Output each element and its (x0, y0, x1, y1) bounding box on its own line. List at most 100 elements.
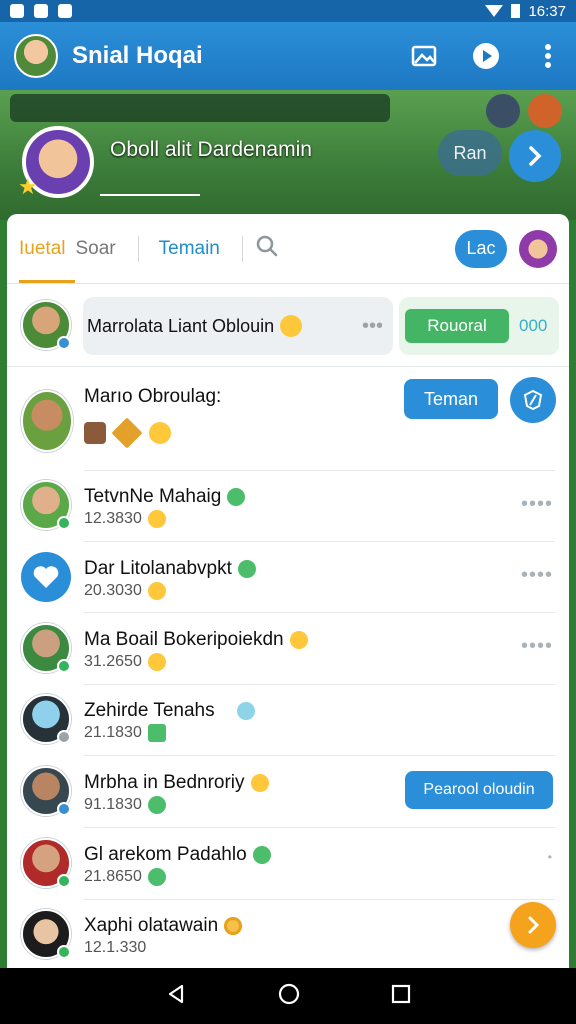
file-notification-icon (58, 4, 72, 18)
more-dots-icon[interactable]: ••• (362, 315, 383, 338)
avatar[interactable] (21, 623, 71, 673)
more-dots-icon[interactable]: • (548, 850, 553, 864)
home-notification-icon (34, 4, 48, 18)
progress-line (100, 194, 200, 196)
active-tab-indicator (19, 280, 75, 283)
star-icon: ★ (18, 174, 38, 199)
leaf-sticker-icon (147, 724, 166, 742)
pinned-chat-name: Marrolata Liant Oblouin (87, 315, 275, 336)
divider (84, 684, 555, 685)
chat-action-button[interactable]: Pearool oloudin (405, 771, 553, 809)
status-bar: 16:37 (0, 0, 576, 22)
chevron-right-icon (529, 146, 542, 166)
chat-time: 21.1830 (84, 724, 166, 742)
player-name: Oboll alit Dardenamin (110, 138, 312, 161)
smile-emoji-icon (252, 845, 271, 864)
banner-pill-button[interactable]: Ran (438, 130, 502, 176)
avatar[interactable] (21, 552, 71, 602)
floating-next-button[interactable] (510, 902, 556, 948)
laugh-emoji-icon (148, 422, 171, 444)
smile-emoji-icon (224, 916, 243, 935)
banner-next-button[interactable] (509, 130, 561, 182)
recents-icon[interactable] (391, 984, 411, 1009)
badge-icon (227, 487, 246, 506)
chat-name: Dar Litolanabvpkt (84, 558, 256, 580)
character-icon[interactable] (528, 94, 562, 128)
divider (7, 366, 569, 367)
pinned-chat-bubble[interactable]: Marrolata Liant Oblouin ••• (83, 297, 393, 355)
smile-emoji-icon (289, 630, 308, 649)
chat-time: 12.1.330 (84, 939, 147, 956)
more-vert-icon[interactable] (534, 42, 562, 70)
chat-time: 12.3830 (84, 510, 166, 528)
chat-name: Mrbha in Bednroriy (84, 772, 269, 794)
smile-emoji-icon (147, 582, 166, 600)
profile-avatar[interactable] (14, 34, 58, 78)
app-title: Snial Hoqai (72, 42, 203, 69)
tab-action-button[interactable]: Lac (455, 229, 507, 268)
smile-emoji-icon (147, 510, 166, 528)
chat-time: 21.8650 (84, 868, 166, 886)
smile-emoji-icon (280, 315, 303, 337)
chat-name: TetvnNe Mahaig (84, 486, 246, 508)
back-icon[interactable] (165, 983, 187, 1010)
resource-strip (10, 94, 390, 122)
divider (84, 755, 555, 756)
avatar[interactable] (21, 300, 71, 350)
wifi-icon (485, 5, 504, 17)
chat-name: Xaphi olatawain (84, 915, 243, 937)
chat-time: 91.1830 (84, 796, 166, 814)
chat-stickers (84, 417, 171, 449)
tab-avatar[interactable] (519, 229, 557, 268)
avatar[interactable] (21, 390, 73, 452)
character-sticker-icon (84, 422, 106, 444)
pinned-action-count: 000 (519, 316, 548, 335)
tab-1[interactable]: Soar (75, 238, 115, 260)
more-dots-icon[interactable]: •••• (521, 635, 553, 658)
pinned-action-button[interactable]: Rouoral (405, 309, 509, 343)
chat-action-button[interactable]: Teman (404, 379, 498, 419)
tool-icon[interactable] (486, 94, 520, 128)
tab-bar: Iuetal Soar Temain Lac (7, 214, 569, 284)
chat-name: Zehirde Tenahs (84, 700, 255, 722)
bubble-emoji-icon (236, 701, 255, 720)
avatar[interactable] (21, 694, 71, 744)
app-notification-icon (10, 4, 24, 18)
clock: 16:37 (528, 2, 566, 20)
chat-time: 20.3030 (84, 582, 166, 600)
system-nav-bar (0, 968, 576, 1024)
tab-separator (241, 235, 243, 262)
tab-2[interactable]: Temain (159, 238, 220, 260)
shield-icon (523, 389, 543, 411)
more-dots-icon[interactable]: •••• (521, 564, 553, 587)
home-icon[interactable] (278, 983, 300, 1010)
divider (84, 541, 555, 542)
chat-name: Gl arekom Padahlo (84, 844, 271, 866)
chat-time: 31.2650 (84, 653, 166, 671)
badge-icon (237, 559, 256, 578)
divider (84, 612, 555, 613)
avatar[interactable] (21, 838, 71, 888)
smile-emoji-icon (250, 773, 269, 792)
game-banner: ★ Oboll alit Dardenamin Ran (0, 90, 576, 220)
smile-emoji-icon (147, 796, 166, 814)
chevron-right-icon (528, 916, 540, 934)
tab-0[interactable]: Iuetal (19, 238, 65, 260)
avatar[interactable] (21, 480, 71, 530)
gallery-icon[interactable] (410, 42, 438, 70)
divider (84, 827, 555, 828)
tab-separator (137, 235, 139, 262)
play-icon[interactable] (472, 42, 500, 70)
search-icon[interactable] (255, 234, 279, 263)
avatar[interactable] (21, 909, 71, 959)
avatar[interactable] (21, 766, 71, 816)
diamond-sticker-icon (111, 417, 144, 449)
divider (84, 470, 555, 471)
smile-emoji-icon (147, 653, 166, 671)
chat-round-button[interactable] (510, 377, 556, 423)
divider (84, 899, 555, 900)
smile-emoji-icon (147, 868, 166, 886)
chat-name: Ma Boail Bokeripoiekdn (84, 629, 308, 651)
more-dots-icon[interactable]: •••• (521, 493, 553, 516)
heart-icon (33, 566, 59, 588)
